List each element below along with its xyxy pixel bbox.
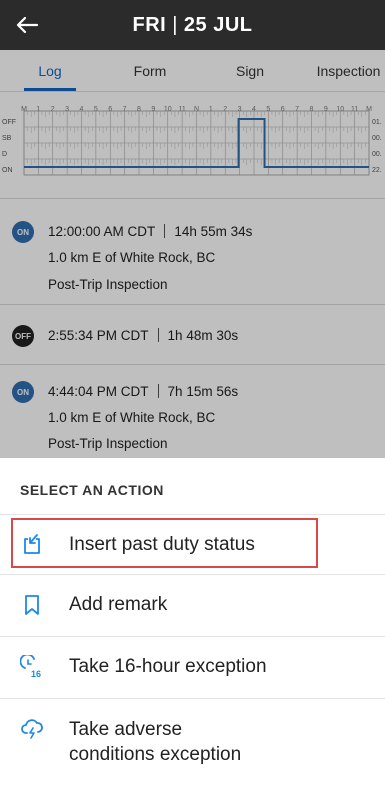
app-bar: FRI | 25 JUL — [0, 0, 385, 50]
action-label: Take 16-hour exception — [69, 656, 267, 677]
clock-16-icon-text: 16 — [31, 669, 41, 679]
storm-cloud-icon — [21, 719, 43, 739]
bookmark-icon — [25, 595, 39, 615]
action-label-line-1: Take adverse — [69, 719, 183, 740]
selection-highlight — [11, 518, 318, 568]
take-16-hour-exception-button[interactable]: 16 Take 16-hour exception — [0, 638, 385, 696]
page-title: FRI | 25 JUL — [0, 0, 385, 50]
action-label: Add remark — [69, 594, 168, 615]
action-label-line-2: conditions exception — [69, 744, 242, 765]
divider — [0, 514, 385, 515]
add-remark-button[interactable]: Add remark — [0, 576, 385, 634]
modal-scrim[interactable] — [0, 50, 385, 458]
sheet-title: SELECT AN ACTION — [20, 482, 164, 498]
divider — [0, 636, 385, 637]
action-bottom-sheet: SELECT AN ACTION Insert past duty status… — [0, 458, 385, 803]
divider — [0, 574, 385, 575]
divider — [0, 698, 385, 699]
take-adverse-conditions-exception-button[interactable]: Take adverse conditions exception — [0, 700, 385, 778]
title-day: FRI — [132, 13, 167, 36]
clock-16-icon: 16 — [20, 655, 41, 679]
title-separator: | — [172, 13, 178, 36]
title-date: 25 JUL — [183, 13, 253, 36]
